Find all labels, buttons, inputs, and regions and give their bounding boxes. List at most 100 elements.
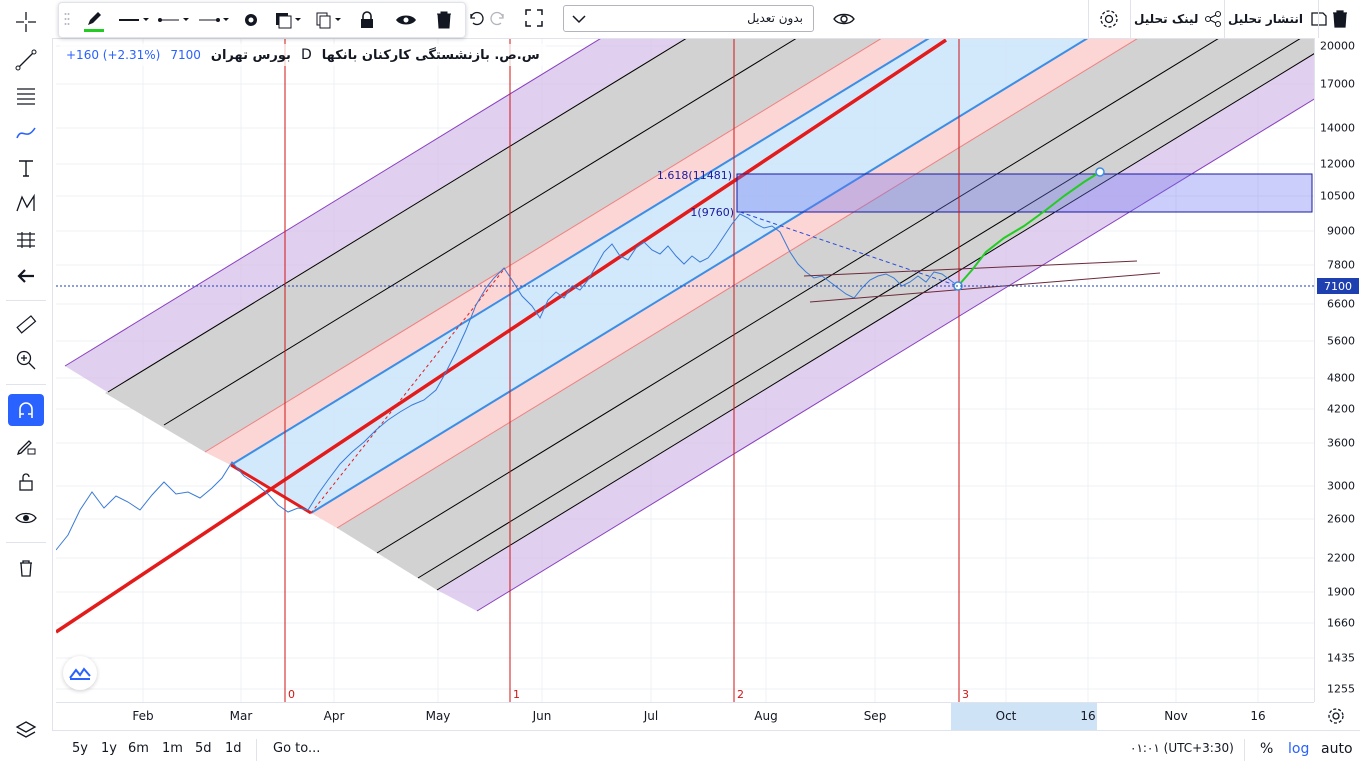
- undo-button[interactable]: [466, 8, 486, 31]
- range-1m[interactable]: 1m: [162, 741, 183, 756]
- range-5y[interactable]: 5y: [72, 741, 88, 756]
- range-6m[interactable]: 6m: [128, 741, 149, 756]
- clone-icon: [316, 12, 341, 29]
- redo-button[interactable]: [488, 8, 508, 31]
- visibility-button[interactable]: [832, 8, 856, 33]
- symbol-legend: +160 (+2.31%) 7100 بورس تهران D س.ص. باز…: [60, 44, 546, 66]
- line-ends-button[interactable]: [155, 3, 193, 37]
- magnet-icon: [19, 402, 33, 418]
- line-extend-button[interactable]: [195, 3, 233, 37]
- lock-drawing-button[interactable]: [355, 3, 379, 37]
- lock-icon: [361, 11, 373, 28]
- publish-analysis-button[interactable]: انتشار تحلیل: [1228, 10, 1329, 28]
- crosshair-tool[interactable]: [8, 6, 44, 38]
- ruler-tool[interactable]: [8, 308, 44, 340]
- range-1y[interactable]: 1y: [101, 741, 117, 756]
- forecast-icon: [17, 232, 35, 248]
- undo-icon: [470, 11, 484, 26]
- percent-scale-button[interactable]: %: [1260, 741, 1273, 757]
- text-tool[interactable]: [8, 152, 44, 184]
- clone-button[interactable]: [311, 3, 345, 37]
- price-axis[interactable]: 20000 17000 14000 12000 10500 9000 7800 …: [1314, 38, 1360, 702]
- symbol-interval[interactable]: D: [301, 47, 312, 63]
- drawing-settings-button[interactable]: [239, 3, 263, 37]
- line-color-button[interactable]: [77, 3, 111, 37]
- brush-tool[interactable]: [8, 116, 44, 148]
- fullscreen-button[interactable]: [524, 8, 544, 31]
- price-tick: 14000: [1320, 121, 1355, 135]
- settings-button[interactable]: [1098, 8, 1120, 33]
- zoom-in-tool[interactable]: [8, 344, 44, 376]
- cycle-label-3: 3: [962, 688, 969, 701]
- stay-drawing-tool[interactable]: [8, 430, 44, 462]
- time-tick: 16: [1080, 709, 1096, 723]
- price-tick: 6600: [1327, 297, 1355, 311]
- time-tick: Oct: [995, 709, 1017, 723]
- fullscreen-icon: [525, 9, 543, 27]
- publish-analysis-label: انتشار تحلیل: [1228, 12, 1303, 26]
- symbol-price: 7100: [170, 48, 201, 62]
- hide-drawing-button[interactable]: [393, 3, 419, 37]
- gear-icon: [245, 14, 257, 26]
- layers-icon: [15, 721, 37, 738]
- log-scale-button[interactable]: log: [1288, 741, 1309, 757]
- adjustment-select-value: بدون تعدیل: [747, 11, 803, 25]
- line-style-icon: [119, 18, 149, 21]
- prediction-tool[interactable]: [8, 224, 44, 256]
- link-analysis-button[interactable]: لینک تحلیل: [1134, 10, 1222, 28]
- fib-tool[interactable]: [8, 80, 44, 112]
- line-ends-icon: [158, 18, 189, 22]
- time-tick: 16: [1250, 709, 1266, 723]
- range-1d[interactable]: 1d: [225, 741, 242, 756]
- gear-icon: [1328, 708, 1344, 724]
- time-tick: Aug: [754, 709, 778, 723]
- eye-icon: [396, 15, 416, 25]
- symbol-name[interactable]: س.ص. بازنشستگی کارکنان بانکها: [322, 48, 540, 63]
- trash-icon: [437, 11, 451, 29]
- price-tick: 3000: [1327, 479, 1355, 493]
- arrow-left-icon: [17, 269, 34, 283]
- trend-line-tool[interactable]: [8, 44, 44, 76]
- time-axis[interactable]: Feb Mar Apr May Jun Jul Aug Sep Oct 16 N…: [56, 702, 1314, 731]
- goto-date-button[interactable]: Go to...: [273, 741, 320, 756]
- back-tool[interactable]: [8, 260, 44, 292]
- trash-icon: [1333, 10, 1347, 28]
- timezone-clock[interactable]: ۰۱:۰۱ (UTC+3:30): [1130, 741, 1234, 755]
- redo-icon: [490, 11, 504, 26]
- price-tick: 20000: [1320, 39, 1355, 53]
- magnet-tool[interactable]: [8, 394, 44, 426]
- time-tick: Nov: [1164, 709, 1188, 723]
- cycle-label-2: 2: [737, 688, 744, 701]
- fib-label-1618: 1.618(11481): [657, 169, 732, 182]
- price-tick: 3600: [1327, 436, 1355, 450]
- delete-button[interactable]: [1330, 8, 1350, 33]
- remove-drawing-button[interactable]: [431, 3, 457, 37]
- trash-icon: [20, 560, 32, 577]
- pattern-tool[interactable]: [8, 188, 44, 220]
- chart-pane[interactable]: 1.618(11481) 1(9760) 0 1 2 3: [56, 38, 1314, 702]
- range-5d[interactable]: 5d: [195, 741, 212, 756]
- axis-settings-button[interactable]: [1326, 706, 1346, 729]
- hide-drawings-tool[interactable]: [8, 502, 44, 534]
- tradingview-logo[interactable]: [63, 656, 97, 690]
- current-price-label: 7100: [1317, 278, 1359, 294]
- time-range-highlight: [951, 703, 1097, 731]
- lock-drawings-tool[interactable]: [8, 466, 44, 498]
- adjustment-select[interactable]: بدون تعدیل: [563, 5, 814, 32]
- price-tick: 1255: [1327, 682, 1355, 696]
- fib-label-1: 1(9760): [690, 206, 734, 219]
- time-tick: May: [425, 709, 451, 723]
- pitchfork-bands: [65, 38, 1314, 611]
- price-tick: 2200: [1327, 551, 1355, 565]
- gear-icon: [1100, 10, 1118, 28]
- cycle-label-1: 1: [513, 688, 520, 701]
- auto-scale-button[interactable]: auto: [1321, 741, 1353, 757]
- remove-drawings-tool[interactable]: [8, 552, 44, 584]
- object-tree-button[interactable]: [8, 714, 44, 746]
- eye-icon: [15, 512, 37, 524]
- unlock-icon: [19, 473, 33, 491]
- visual-order-button[interactable]: [271, 3, 305, 37]
- pencil-icon: [84, 12, 104, 32]
- line-style-button[interactable]: [115, 3, 153, 37]
- drag-handle[interactable]: [61, 3, 73, 37]
